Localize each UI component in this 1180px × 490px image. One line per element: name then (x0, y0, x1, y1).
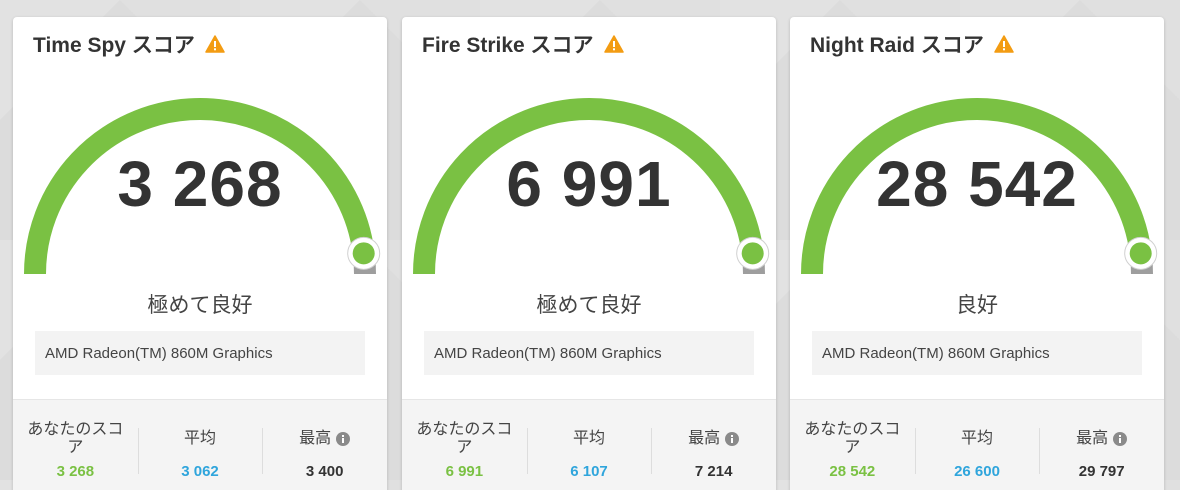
average-stat: 平均 26 600 (914, 400, 1040, 490)
score-value: 6 991 (506, 148, 672, 220)
info-icon[interactable] (1113, 432, 1128, 446)
average-stat: 平均 6 107 (526, 400, 652, 490)
gauge-marker-dot (1129, 242, 1152, 265)
max-stat: 最高 3 400 (262, 400, 387, 490)
your-score-value: 6 991 (445, 463, 484, 480)
max-label: 最高 (1076, 430, 1109, 447)
gpu-name: AMD Radeon(TM) 860M Graphics (812, 331, 1142, 375)
score-card-night-raid: Night Raid スコア 28 542 良好 AMD Radeon(TM) … (790, 17, 1164, 490)
score-rating: 極めて良好 (536, 293, 642, 317)
average-value: 26 600 (954, 463, 1000, 480)
score-value: 28 542 (876, 148, 1078, 220)
score-stats: あなたのスコア 3 268 平均 3 062 最高 3 400 (13, 399, 387, 490)
your-score-label: あなたのスコア (804, 421, 901, 456)
max-value: 7 214 (694, 463, 733, 480)
your-score-value: 3 268 (56, 463, 95, 480)
max-label: 最高 (688, 430, 721, 447)
warning-icon[interactable] (994, 35, 1014, 53)
card-title: Time Spy スコア (33, 34, 195, 57)
average-value: 3 062 (181, 463, 219, 480)
average-label: 平均 (961, 430, 994, 447)
your-score-label: あなたのスコア (416, 421, 513, 456)
your-score-label: あなたのスコア (27, 421, 124, 456)
score-rating: 極めて良好 (147, 293, 253, 317)
score-rating: 良好 (956, 293, 998, 317)
card-title: Fire Strike スコア (422, 34, 594, 57)
card-title: Night Raid スコア (810, 34, 984, 57)
max-label: 最高 (299, 430, 332, 447)
warning-icon[interactable] (205, 35, 225, 53)
score-stats: あなたのスコア 28 542 平均 26 600 最高 29 797 (790, 399, 1164, 490)
max-label-row: 最高 (688, 417, 740, 461)
info-icon[interactable] (336, 432, 351, 446)
gauge-marker-dot (352, 242, 375, 265)
your-score-stat: あなたのスコア 3 268 (13, 400, 138, 490)
card-header: Time Spy スコア (13, 17, 387, 71)
warning-icon[interactable] (603, 35, 624, 53)
gauge-marker-dot (741, 242, 764, 265)
score-stats: あなたのスコア 6 991 平均 6 107 最高 7 214 (402, 399, 776, 490)
average-label: 平均 (573, 430, 606, 447)
max-value: 29 797 (1078, 463, 1125, 480)
max-value: 3 400 (305, 463, 344, 480)
max-stat: 最高 7 214 (651, 400, 776, 490)
gpu-name: AMD Radeon(TM) 860M Graphics (424, 331, 754, 375)
your-score-stat: あなたのスコア 6 991 (402, 400, 527, 490)
score-value: 3 268 (117, 148, 283, 220)
gpu-name: AMD Radeon(TM) 860M Graphics (35, 331, 365, 375)
max-label-row: 最高 (299, 417, 351, 461)
average-value: 6 107 (570, 463, 608, 480)
your-score-value: 28 542 (829, 463, 876, 480)
max-label-row: 最高 (1076, 417, 1128, 461)
card-header: Fire Strike スコア (402, 17, 776, 71)
card-header: Night Raid スコア (790, 17, 1164, 71)
average-stat: 平均 3 062 (137, 400, 263, 490)
score-card-time-spy: Time Spy スコア 3 268 極めて良好 AMD Radeon(TM) … (13, 17, 387, 490)
info-icon[interactable] (725, 432, 740, 446)
score-card-fire-strike: Fire Strike スコア 6 991 極めて良好 AMD Radeon(T… (402, 17, 776, 490)
average-label: 平均 (184, 430, 217, 447)
your-score-stat: あなたのスコア 28 542 (790, 400, 915, 490)
max-stat: 最高 29 797 (1039, 400, 1164, 490)
